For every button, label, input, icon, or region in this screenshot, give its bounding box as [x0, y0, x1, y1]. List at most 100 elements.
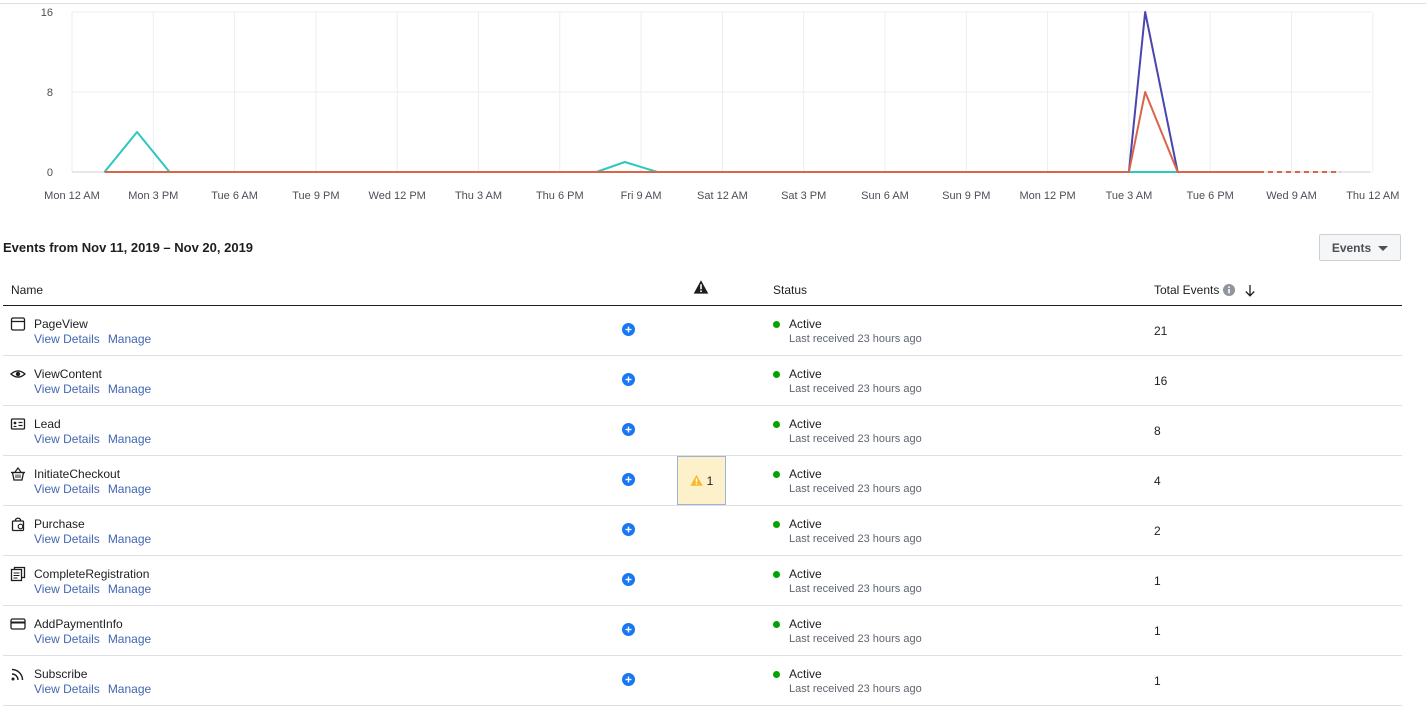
basket-icon [11, 467, 25, 481]
table-row: AddPaymentInfo View Details Manage Active La… [3, 606, 1402, 656]
event-name: Lead [34, 417, 61, 431]
x-tick-label: Mon 3 PM [128, 190, 178, 202]
event-name: CompleteRegistration [34, 567, 150, 581]
x-tick-label: Thu 12 AM [1346, 190, 1399, 202]
total-events-value: 1 [1154, 674, 1161, 688]
total-events-value: 1 [1154, 624, 1161, 638]
last-received-text: Last received 23 hours ago [789, 433, 922, 445]
manage-link[interactable]: Manage [108, 482, 151, 496]
caret-down-icon [1378, 245, 1389, 251]
plus-circle-icon[interactable] [622, 473, 635, 486]
manage-link[interactable]: Manage [108, 532, 151, 546]
info-icon[interactable] [1223, 284, 1236, 296]
row-links: View Details Manage [34, 432, 151, 446]
x-tick-label: Mon 12 PM [1019, 190, 1075, 202]
event-name: AddPaymentInfo [34, 617, 123, 631]
x-tick-label: Mon 12 AM [44, 190, 100, 202]
warning-icon [690, 474, 703, 486]
table-header: Name Status Total Events [3, 274, 1402, 306]
view-details-link[interactable]: View Details [34, 632, 100, 646]
x-tick-label: Tue 6 PM [1187, 190, 1234, 202]
status-active-dot [773, 471, 780, 478]
last-received-text: Last received 23 hours ago [789, 333, 922, 345]
row-links: View Details Manage [34, 682, 151, 696]
x-tick-label: Thu 6 PM [536, 190, 584, 202]
x-tick-label: Wed 12 PM [369, 190, 426, 202]
registration-form-icon [10, 566, 26, 582]
status-text: Active [789, 617, 822, 631]
table-row: CompleteRegistration View Details Manage Ac… [3, 556, 1402, 606]
last-received-text: Last received 23 hours ago [789, 633, 922, 645]
x-tick-label: Tue 9 PM [292, 190, 339, 202]
manage-link[interactable]: Manage [108, 632, 151, 646]
series-line-3 [104, 91, 1259, 173]
row-links: View Details Manage [34, 332, 151, 346]
row-links: View Details Manage [34, 632, 151, 646]
rss-feed-icon [11, 668, 24, 681]
series-line-1 [103, 131, 1259, 173]
status-text: Active [789, 367, 822, 381]
last-received-text: Last received 23 hours ago [789, 383, 922, 395]
status-text: Active [789, 467, 822, 481]
last-received-text: Last received 23 hours ago [789, 533, 922, 545]
status-active-dot [773, 621, 780, 628]
status-active-dot [773, 321, 780, 328]
view-details-link[interactable]: View Details [34, 682, 100, 696]
shopping-bag-icon [11, 517, 25, 532]
x-tick-label: Thu 3 AM [455, 190, 502, 202]
total-events-value: 21 [1154, 324, 1168, 338]
table-row: Lead View Details Manage Active Last receive… [3, 406, 1402, 456]
events-chart: 16 8 0 Mon 12 AM Mon 3 PM Tue 6 AM Tue 9 PM Wed… [41, 7, 1400, 202]
event-name: InitiateCheckout [34, 467, 121, 481]
x-tick-label: Fri 9 AM [621, 190, 662, 202]
warning-count-badge[interactable]: 1 [677, 456, 726, 505]
manage-link[interactable]: Manage [108, 332, 151, 346]
column-name[interactable]: Name [11, 283, 43, 297]
plus-circle-icon[interactable] [622, 373, 635, 386]
status-text: Active [789, 567, 822, 581]
sort-down-icon[interactable] [1244, 284, 1256, 297]
row-links: View Details Manage [34, 482, 151, 496]
y-tick-label: 16 [41, 7, 53, 19]
column-status[interactable]: Status [773, 283, 807, 297]
x-tick-label: Sun 9 PM [942, 190, 990, 202]
plus-circle-icon[interactable] [622, 673, 635, 686]
event-name: PageView [34, 317, 88, 331]
status-active-dot [773, 421, 780, 428]
plus-circle-icon[interactable] [622, 573, 635, 586]
status-text: Active [789, 317, 822, 331]
status-active-dot [773, 671, 780, 678]
status-text: Active [789, 417, 822, 431]
view-details-link[interactable]: View Details [34, 432, 100, 446]
manage-link[interactable]: Manage [108, 382, 151, 396]
view-details-link[interactable]: View Details [34, 532, 100, 546]
x-tick-label: Tue 3 AM [1106, 190, 1153, 202]
y-tick-label: 8 [47, 87, 53, 99]
x-tick-label: Wed 9 AM [1266, 190, 1317, 202]
table-row: ViewContent View Details Manage Active Last … [3, 356, 1402, 406]
status-active-dot [773, 571, 780, 578]
plus-circle-icon[interactable] [622, 623, 635, 636]
view-details-link[interactable]: View Details [34, 332, 100, 346]
plus-circle-icon[interactable] [622, 323, 635, 336]
column-total-label: Total Events [1154, 283, 1220, 297]
last-received-text: Last received 23 hours ago [789, 683, 922, 695]
total-events-value: 1 [1154, 574, 1161, 588]
x-tick-label: Sat 12 AM [697, 190, 748, 202]
view-details-link[interactable]: View Details [34, 482, 100, 496]
column-total-events[interactable]: Total Events [1154, 283, 1256, 297]
date-range-title: Events from Nov 11, 2019 – Nov 20, 2019 [3, 240, 254, 255]
view-details-link[interactable]: View Details [34, 582, 100, 596]
view-details-link[interactable]: View Details [34, 382, 100, 396]
manage-link[interactable]: Manage [108, 432, 151, 446]
x-tick-label: Sun 6 AM [861, 190, 909, 202]
manage-link[interactable]: Manage [108, 682, 151, 696]
plus-circle-icon[interactable] [622, 523, 635, 536]
x-tick-label: Sat 3 PM [781, 190, 826, 202]
events-dropdown-button[interactable]: Events [1319, 234, 1401, 261]
plus-circle-icon[interactable] [622, 423, 635, 436]
status-text: Active [789, 517, 822, 531]
manage-link[interactable]: Manage [108, 582, 151, 596]
row-links: View Details Manage [34, 532, 151, 546]
last-received-text: Last received 23 hours ago [789, 483, 922, 495]
